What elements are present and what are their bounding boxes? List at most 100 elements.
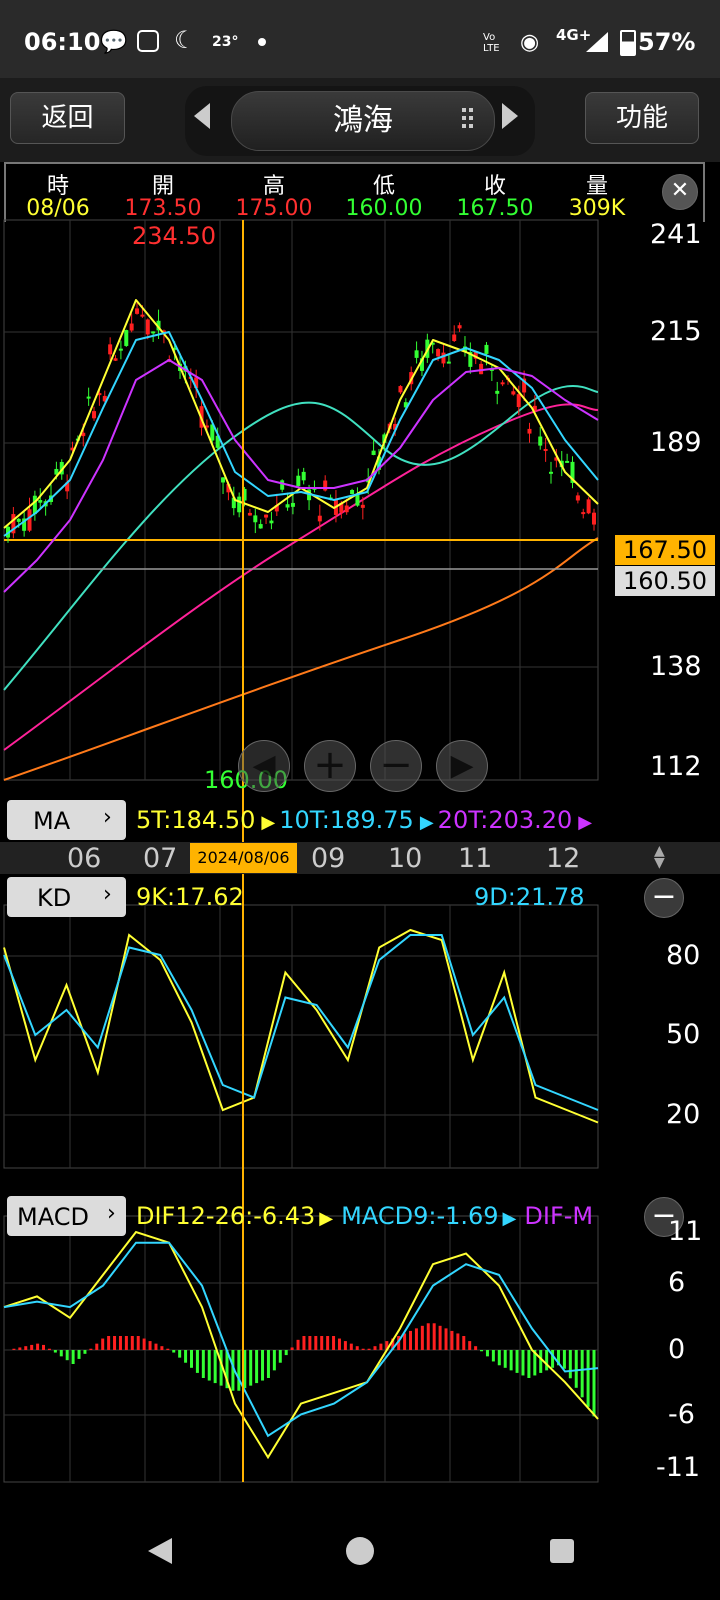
price-y-label: 138: [650, 651, 702, 682]
candle-body: [129, 323, 134, 331]
price-y-label: 189: [650, 427, 702, 458]
candle-body: [264, 514, 269, 518]
candle-body: [145, 319, 150, 335]
kd-indicator-button[interactable]: KD ›: [7, 877, 126, 917]
ma-legend-item: 5T:184.50: [136, 806, 256, 834]
candle-body: [495, 390, 500, 394]
candle-body: [38, 500, 43, 503]
ma-10T-line: [3, 331, 599, 537]
macd-DIF12-26-line: [3, 1230, 599, 1460]
marker-icon: ▶: [419, 812, 434, 833]
ohlc-value: 173.50: [124, 196, 202, 221]
scroll-right-icon[interactable]: ▶: [436, 740, 488, 792]
ma-legend-item: 20T:203.20: [437, 806, 573, 834]
candle-body: [452, 334, 457, 342]
cursor-date: 2024/08/06: [190, 843, 297, 873]
price-y-label: 215: [650, 316, 702, 347]
candle-body: [290, 502, 295, 507]
kd-button-label: KD: [37, 884, 72, 912]
candle-body: [237, 496, 242, 513]
chevron-right-icon: ›: [107, 1201, 116, 1226]
ma-indicator-button[interactable]: MA ›: [7, 800, 126, 840]
candle-body: [317, 515, 322, 522]
candle-body: [108, 344, 113, 355]
macd-y-label: 11: [668, 1216, 703, 1247]
scroll-left-icon[interactable]: ◀: [238, 740, 290, 792]
resize-icon[interactable]: ▲ ▼: [654, 844, 665, 870]
x-tick-label: 11: [458, 843, 493, 874]
x-tick-label: 09: [311, 843, 346, 874]
candle-body: [124, 330, 129, 346]
candle-body: [92, 411, 97, 419]
kd-9K-line: [3, 928, 599, 1124]
candle-body: [86, 396, 91, 399]
candle-body: [441, 352, 446, 364]
candle-body: [221, 477, 226, 483]
candle-body: [592, 512, 596, 525]
candle-body: [371, 450, 376, 455]
macd-legend: DIF12-26:-6.43 ▶ MACD9:-1.69 ▶ DIF-M: [136, 1202, 610, 1230]
candle-body: [457, 325, 462, 329]
candle-body: [548, 471, 553, 474]
marker-icon: ▶: [578, 812, 593, 833]
price-panel: [3, 219, 599, 781]
candle-body: [16, 518, 21, 522]
candle-body: [436, 349, 441, 357]
kd-y-label: 20: [666, 1099, 701, 1130]
marker-icon: ▶: [261, 812, 276, 833]
macd-y-label: -11: [656, 1452, 701, 1483]
candle-body: [538, 436, 543, 446]
price-y-label: 241: [650, 219, 702, 250]
ma-legend: 5T:184.50 ▶ 10T:189.75 ▶ 20T:203.20 ▶: [136, 806, 596, 834]
candle-body: [247, 512, 252, 516]
kd-panel: [3, 904, 599, 1169]
close-price-tag: 167.50: [615, 535, 715, 565]
candle-body: [565, 460, 570, 463]
candle-body: [253, 515, 258, 523]
macd-legend-item: MACD9:-1.69: [341, 1202, 499, 1230]
kd-k-label: 9K:17.62: [136, 883, 244, 911]
candle-body: [280, 480, 285, 490]
zoom-in-icon[interactable]: +: [304, 740, 356, 792]
x-tick-label: 10: [388, 843, 423, 874]
ohlc-value: 08/06: [26, 196, 90, 221]
candle-body: [301, 471, 306, 481]
chevron-right-icon: ›: [103, 882, 112, 907]
macd-y-label: 0: [668, 1334, 686, 1365]
candle-body: [350, 489, 355, 495]
candle-body: [500, 382, 505, 385]
marker-icon: ▶: [319, 1208, 334, 1229]
macd-y-label: 6: [668, 1267, 686, 1298]
ohlc-value: 309K: [568, 196, 626, 221]
remove-kd-icon[interactable]: −: [644, 878, 684, 918]
candle-body: [414, 350, 419, 358]
kd-y-label: 80: [666, 940, 701, 971]
zoom-out-icon[interactable]: −: [370, 740, 422, 792]
macd-y-label: -6: [668, 1399, 695, 1430]
nav-home-icon[interactable]: [346, 1537, 374, 1565]
ma-20T-line: [3, 359, 599, 593]
ma-legend-item: 10T:189.75: [279, 806, 414, 834]
candle-body: [135, 308, 140, 314]
candle-body: [140, 314, 145, 317]
candle-body: [398, 386, 403, 393]
nav-back-icon[interactable]: [146, 1536, 174, 1566]
candle-body: [575, 495, 580, 501]
ohlc-value: 160.00: [345, 196, 423, 221]
candle-body: [258, 524, 263, 529]
price-y-label: 112: [650, 751, 702, 782]
high-annotation: 234.50: [132, 222, 216, 250]
x-tick-label: 06: [67, 843, 102, 874]
candle-body: [527, 428, 532, 434]
candle-body: [543, 448, 548, 451]
candle-body: [511, 391, 516, 395]
ohlc-value: 175.00: [235, 196, 313, 221]
candle-body: [344, 505, 349, 513]
x-axis-bar: [0, 842, 720, 874]
candle-body: [484, 344, 489, 354]
low-price-tag: 160.50: [615, 566, 715, 596]
kd-d-label: 9D:21.78: [474, 883, 585, 911]
nav-recents-icon[interactable]: [550, 1539, 574, 1563]
macd-indicator-button[interactable]: MACD ›: [7, 1196, 126, 1236]
kd-9D-line: [3, 934, 599, 1111]
